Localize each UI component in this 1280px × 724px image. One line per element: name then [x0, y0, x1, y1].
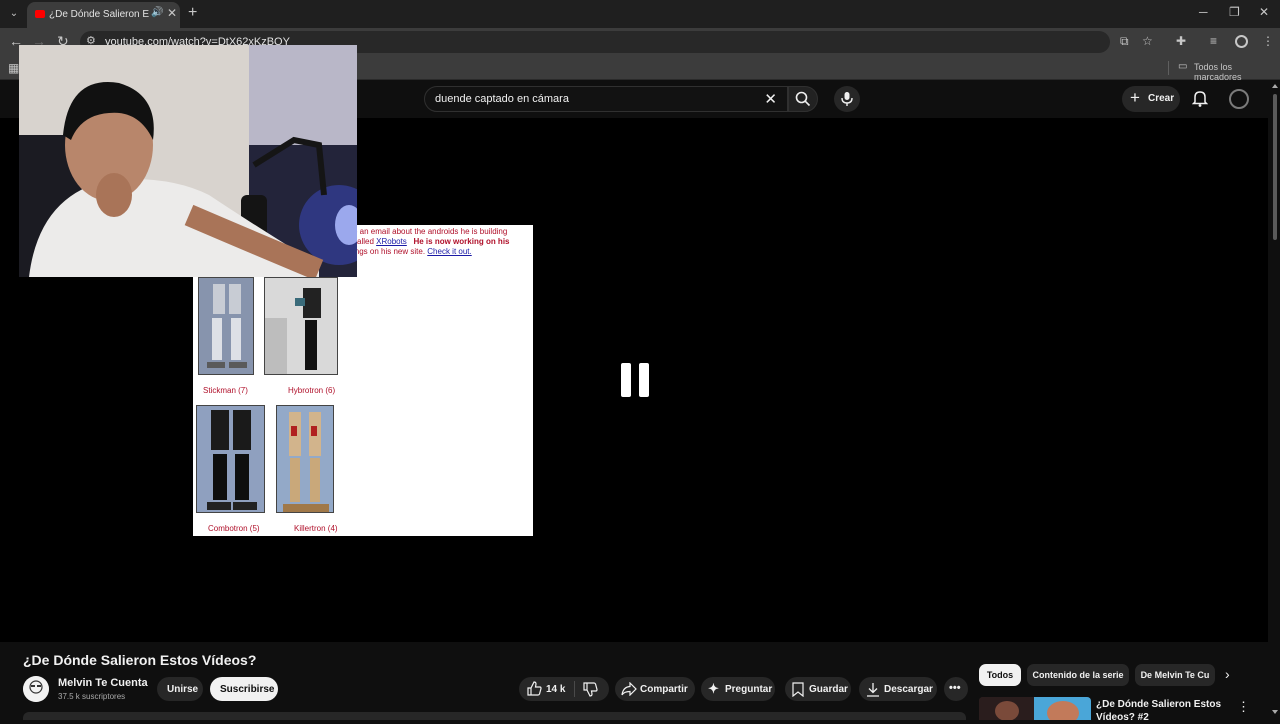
share-button[interactable]: Compartir — [615, 677, 695, 701]
like-dislike-group: 14 k — [519, 677, 609, 701]
thumbs-up-icon[interactable] — [527, 681, 542, 696]
search-icon — [795, 91, 811, 107]
folder-icon: ▭ — [1178, 61, 1188, 72]
join-button[interactable]: Unirse — [157, 677, 203, 701]
create-button[interactable]: + Crear — [1122, 86, 1180, 112]
all-bookmarks-link[interactable]: Todos los marcadores — [1194, 62, 1280, 82]
download-label: Descargar — [884, 684, 933, 695]
share-arrow-icon — [621, 682, 637, 696]
ask-label: Preguntar — [725, 684, 773, 695]
webpage-text-line-3: ings on his new site. Check it out. — [353, 247, 533, 256]
join-label: Unirse — [167, 684, 199, 695]
create-label: Crear — [1148, 93, 1175, 104]
stickman-robot-image — [198, 277, 254, 375]
hybrotron-robot-image — [264, 277, 338, 375]
search-input[interactable]: duende captado en cámara ✕ — [424, 86, 788, 112]
save-label: Guardar — [809, 684, 848, 695]
bookmarks-divider — [1168, 61, 1169, 75]
scrollbar-thumb[interactable] — [1273, 94, 1277, 240]
chip-all[interactable]: Todos — [979, 664, 1021, 686]
account-avatar[interactable] — [1229, 89, 1249, 109]
webpage-text-line-2: called XRobots He is now working on his — [353, 237, 533, 246]
bookmark-icon — [792, 682, 804, 697]
webpage-text-line-1: e an email about the androids he is buil… — [353, 227, 508, 236]
save-button[interactable]: Guardar — [785, 677, 851, 701]
chip-from-channel[interactable]: De Melvin Te Cu — [1135, 664, 1215, 686]
voice-search-button[interactable] — [834, 86, 860, 112]
download-icon — [867, 683, 879, 697]
robot-caption: Killertron (4) — [294, 524, 338, 533]
tab-search-chevron-icon[interactable]: ⌄ — [6, 6, 22, 22]
channel-avatar[interactable] — [23, 676, 49, 702]
bookmark-star-icon[interactable]: ☆ — [1142, 34, 1153, 48]
page-scrollbar[interactable] — [1270, 80, 1280, 720]
thumbs-down-icon[interactable] — [583, 682, 598, 697]
scroll-up-arrow-icon[interactable] — [1272, 84, 1278, 88]
chip-series-content[interactable]: Contenido de la serie — [1027, 664, 1129, 686]
window-close-icon[interactable]: ✕ — [1259, 5, 1269, 19]
like-divider — [574, 681, 575, 697]
browser-tab-bar: ⌄ ¿De Dónde Salieron Estos V 🔊 ✕ + ─ ❐ ✕ — [0, 0, 1280, 28]
browser-menu-icon[interactable]: ⋮ — [1262, 34, 1274, 48]
ask-button[interactable]: ✦ Preguntar — [701, 677, 775, 701]
new-tab-plus-icon[interactable]: + — [188, 4, 197, 22]
tab-close-icon[interactable]: ✕ — [167, 6, 177, 20]
more-horizontal-icon: ••• — [949, 682, 961, 694]
like-count[interactable]: 14 k — [546, 684, 565, 695]
search-query-text[interactable]: duende captado en cámara — [435, 93, 569, 105]
profile-avatar-icon[interactable] — [1235, 35, 1248, 48]
apps-grid-icon[interactable]: ▦ — [8, 61, 19, 75]
tab-title: ¿De Dónde Salieron Estos V — [49, 9, 149, 20]
recommended-video-thumbnail[interactable] — [979, 697, 1091, 720]
video-player[interactable]: e an email about the androids he is buil… — [0, 45, 1268, 642]
killertron-robot-image — [276, 405, 334, 513]
chip-label: De Melvin Te Cu — [1140, 670, 1210, 680]
youtube-favicon-icon — [35, 10, 45, 18]
subscribe-label: Suscribirse — [220, 684, 275, 695]
search-button[interactable] — [788, 86, 818, 112]
subscriber-count: 37.5 k suscriptores — [58, 692, 126, 701]
notifications-bell-icon[interactable] — [1192, 89, 1208, 107]
restore-icon[interactable]: ❐ — [1229, 5, 1240, 19]
pause-bar — [639, 363, 649, 397]
extensions-puzzle-icon[interactable]: ✚ — [1176, 34, 1186, 48]
robot-caption: Combotron (5) — [208, 524, 260, 533]
minimize-icon[interactable]: ─ — [1199, 5, 1208, 19]
plus-icon: + — [1130, 88, 1140, 107]
xrobots-link: XRobots — [376, 237, 407, 246]
description-box-edge[interactable] — [23, 712, 966, 720]
more-actions-button[interactable]: ••• — [944, 677, 968, 701]
share-label: Compartir — [640, 684, 688, 695]
webpage-bold-text: He is now working on his — [413, 237, 510, 246]
clear-search-icon[interactable]: ✕ — [764, 90, 777, 108]
tab-audio-icon[interactable]: 🔊 — [151, 7, 163, 18]
channel-name[interactable]: Melvin Te Cuenta — [58, 677, 148, 689]
robot-caption: Hybrotron (6) — [288, 386, 336, 395]
scroll-down-arrow-icon[interactable] — [1272, 710, 1278, 714]
browser-tab-active[interactable]: ¿De Dónde Salieron Estos V 🔊 ✕ — [27, 2, 180, 28]
chip-label: Contenido de la serie — [1032, 670, 1124, 680]
sparkle-icon: ✦ — [708, 681, 719, 696]
webpage-text-fragment: ings on his new site. — [353, 247, 428, 256]
robot-caption: Stickman (7) — [203, 386, 248, 395]
chevron-right-icon[interactable]: › — [1225, 666, 1230, 682]
streamer-webcam-overlay — [19, 45, 357, 277]
chip-label: Todos — [986, 670, 1014, 680]
microphone-icon — [841, 92, 853, 106]
recommended-video-title[interactable]: ¿De Dónde Salieron Estos Vídeos? #2 — [1096, 698, 1226, 724]
download-button[interactable]: Descargar — [859, 677, 937, 701]
subscribe-button[interactable]: Suscribirse — [210, 677, 278, 701]
combotron-robot-image — [196, 405, 265, 513]
install-app-icon[interactable]: ⧉ — [1120, 34, 1129, 49]
check-it-out-link: Check it out. — [427, 247, 472, 256]
media-controls-icon[interactable]: ≡ — [1210, 34, 1217, 48]
more-vertical-icon[interactable]: ⋮ — [1237, 699, 1250, 715]
pause-bar — [621, 363, 631, 397]
video-title: ¿De Dónde Salieron Estos Vídeos? — [23, 652, 257, 668]
